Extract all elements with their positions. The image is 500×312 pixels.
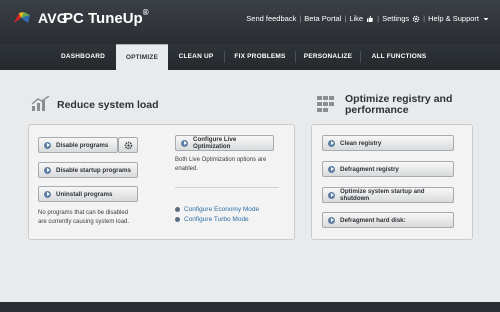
settings-label: Settings — [382, 14, 410, 23]
registry-section-title: Optimize registry and performance — [345, 94, 452, 116]
play-icon — [328, 216, 335, 224]
menu-separator: | — [344, 14, 347, 23]
menu-separator: | — [377, 14, 380, 23]
play-icon — [181, 139, 188, 147]
play-icon — [328, 191, 335, 199]
tab-optimize[interactable]: OPTIMIZE — [116, 44, 168, 71]
help-support-label: Help & Support — [428, 14, 479, 23]
product-title: PC TuneUp — [63, 10, 143, 27]
avg-logo-icon — [14, 12, 30, 23]
footer-bar — [0, 302, 500, 312]
configure-live-label: Configure Live Optimization — [193, 136, 237, 150]
play-icon — [44, 190, 51, 198]
top-menu: Send feedback | Beta Portal | Like | Set… — [246, 14, 490, 23]
like-link[interactable]: Like — [349, 14, 374, 23]
play-icon — [328, 139, 335, 147]
gear-icon — [124, 141, 132, 149]
disable-programs-settings-button[interactable] — [118, 137, 138, 153]
tab-fix-problems[interactable]: FIX PROBLEMS — [225, 44, 295, 70]
live-note-line2: enabled. — [175, 166, 199, 172]
settings-link[interactable]: Settings — [382, 14, 420, 23]
menu-separator: | — [423, 14, 426, 23]
disable-startup-programs-button[interactable]: Disable startup programs — [38, 162, 138, 178]
beta-portal-link[interactable]: Beta Portal — [304, 14, 341, 23]
uninstall-programs-button[interactable]: Uninstall programs — [38, 186, 138, 202]
defragment-registry-label: Defragment registry — [340, 165, 399, 173]
clean-registry-label: Clean registry — [340, 139, 382, 147]
no-programs-note-line1: No programs that can be disabled — [38, 210, 129, 216]
optimize-content: Reduce system load Optimize registry and… — [0, 70, 500, 302]
play-icon — [328, 165, 335, 173]
optimize-startup-shutdown-button[interactable]: Optimize system startup and shutdown — [322, 187, 454, 203]
title-bar: AVG PC TuneUp® Send feedback | Beta Port… — [0, 0, 500, 44]
panel-divider — [175, 187, 279, 188]
live-note-line1: Both Live Optimization options are — [175, 157, 267, 163]
play-icon — [44, 141, 51, 149]
grid-blocks-icon — [317, 96, 334, 112]
app-window: AVG PC TuneUp® Send feedback | Beta Port… — [0, 0, 500, 312]
tab-clean-up[interactable]: CLEAN UP — [168, 44, 224, 70]
gear-icon — [412, 15, 420, 22]
registry-title-line2: performance — [345, 104, 409, 116]
like-label: Like — [349, 14, 364, 23]
no-programs-note-line2: are currently causing system load. — [38, 219, 130, 225]
no-programs-note: No programs that can be disabled are cur… — [38, 209, 129, 227]
play-icon — [44, 166, 51, 174]
reduce-section-title: Reduce system load — [57, 99, 159, 111]
clean-registry-button[interactable]: Clean registry — [322, 135, 454, 151]
chevron-down-icon — [483, 17, 489, 20]
registry-panel: Clean registry Defragment registry Optim… — [311, 124, 473, 240]
uninstall-programs-label: Uninstall programs — [56, 190, 113, 198]
menu-separator: | — [299, 14, 302, 23]
disable-programs-button[interactable]: Disable programs — [38, 137, 118, 153]
defragment-registry-button[interactable]: Defragment registry — [322, 161, 454, 177]
configure-live-optimization-button[interactable]: Configure Live Optimization — [175, 135, 274, 151]
optimize-startup-label: Optimize system startup and shutdown — [340, 188, 425, 202]
configure-turbo-mode-link[interactable]: Configure Turbo Mode — [175, 216, 249, 223]
defragment-hard-disk-button[interactable]: Defragment hard disk: — [322, 212, 454, 228]
economy-mode-label: Configure Economy Mode — [184, 206, 260, 213]
product-name: PC TuneUp® — [63, 8, 149, 27]
turbo-mode-label: Configure Turbo Mode — [184, 216, 249, 223]
configure-economy-mode-link[interactable]: Configure Economy Mode — [175, 206, 259, 213]
tab-personalize[interactable]: PERSONALIZE — [296, 44, 360, 70]
help-support-link[interactable]: Help & Support — [428, 14, 490, 23]
tab-dashboard[interactable]: DASHBOARD — [44, 44, 122, 70]
disable-programs-label: Disable programs — [56, 141, 109, 149]
main-tabs: DASHBOARD OPTIMIZE CLEAN UP FIX PROBLEMS… — [0, 44, 500, 71]
send-feedback-link[interactable]: Send feedback — [246, 14, 296, 23]
bar-chart-icon — [31, 96, 50, 111]
tab-all-functions[interactable]: ALL FUNCTIONS — [361, 44, 437, 70]
defragment-disk-label: Defragment hard disk: — [340, 216, 406, 224]
bullet-icon — [175, 217, 180, 222]
live-optimization-note: Both Live Optimization options are enabl… — [175, 156, 266, 174]
bullet-icon — [175, 207, 180, 212]
registered-mark: ® — [142, 8, 149, 17]
thumbs-up-icon — [367, 15, 374, 22]
reduce-panel: Disable programs Disable startup program… — [28, 124, 295, 240]
disable-startup-label: Disable startup programs — [56, 166, 131, 174]
